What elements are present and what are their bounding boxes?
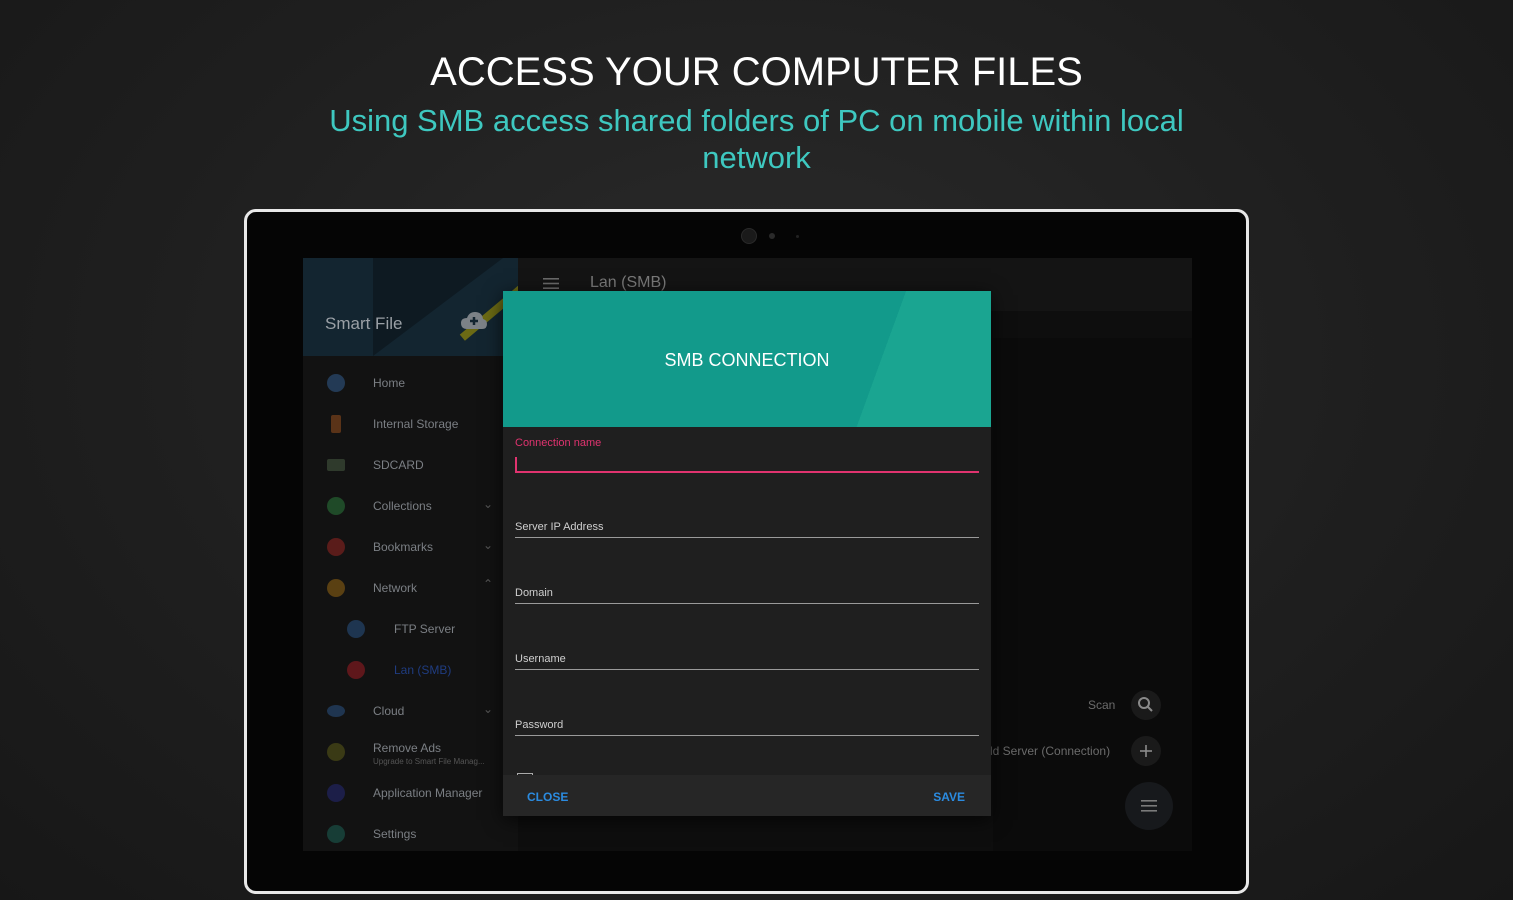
menu-icon [1141, 800, 1157, 812]
navigation-drawer: Smart File Home Internal Storage SDCARD [303, 258, 518, 851]
sidebar-item-bookmarks[interactable]: Bookmarks ⌄ [303, 528, 518, 569]
username-field[interactable]: Username [515, 653, 979, 671]
fab-menu-button[interactable] [1125, 782, 1173, 830]
sidebar-item-network[interactable]: Network ⌃ [303, 569, 518, 610]
sidebar-item-settings[interactable]: Settings [303, 815, 518, 851]
promo-subline: Using SMB access shared folders of PC on… [329, 103, 1184, 175]
sidebar-item-label: Remove Ads [373, 741, 442, 755]
collections-icon [327, 497, 345, 515]
sidebar-item-home[interactable]: Home [303, 364, 518, 405]
smb-connection-dialog: SMB CONNECTION Connection name Server IP… [503, 291, 991, 816]
hamburger-menu-icon[interactable] [543, 278, 559, 289]
password-field[interactable]: Password [515, 719, 979, 737]
sidebar-item-sdcard[interactable]: SDCARD [303, 446, 518, 487]
content-pane [993, 338, 1192, 851]
dialog-title: SMB CONNECTION [664, 350, 830, 370]
drawer-header: Smart File [303, 258, 518, 356]
scan-label: Scan [1088, 698, 1116, 712]
field-underline [515, 603, 979, 604]
sidebar-item-ftp-server[interactable]: FTP Server [303, 610, 518, 651]
sensor-icon [769, 233, 775, 239]
sidebar-item-sublabel: Upgrade to Smart File Manag... [373, 757, 485, 766]
sidebar-item-label: Collections [373, 499, 432, 513]
scan-button[interactable] [1131, 690, 1161, 720]
chevron-down-icon[interactable]: ⌄ [483, 497, 493, 511]
field-label: Password [515, 719, 564, 731]
field-underline [515, 669, 979, 670]
save-button[interactable]: SAVE [933, 790, 965, 804]
sidebar-item-label: Home [373, 376, 406, 390]
sidebar-item-label: Settings [373, 827, 417, 841]
lan-icon [347, 661, 365, 679]
sensor-dot-icon [796, 235, 799, 238]
domain-field[interactable]: Domain [515, 587, 979, 605]
settings-icon [327, 825, 345, 843]
sidebar-item-label: FTP Server [394, 622, 456, 636]
field-label: Domain [515, 587, 553, 599]
chevron-up-icon[interactable]: ⌃ [483, 577, 493, 591]
cloud-icon [327, 705, 345, 717]
sidebar-item-cloud[interactable]: Cloud ⌄ [303, 692, 518, 733]
bookmark-icon [327, 538, 345, 556]
sidebar-item-remove-ads[interactable]: Remove Ads Upgrade to Smart File Manag..… [303, 733, 518, 774]
text-caret [515, 457, 517, 471]
screen-title: Lan (SMB) [590, 274, 667, 291]
sidebar-item-label: Network [373, 581, 418, 595]
dialog-actions: CLOSE SAVE [503, 775, 991, 816]
field-underline [515, 537, 979, 538]
server-ip-field[interactable]: Server IP Address [515, 521, 979, 539]
dialog-header: SMB CONNECTION [503, 291, 991, 427]
phone-storage-icon [331, 415, 341, 433]
field-underline [515, 735, 979, 736]
sidebar-item-internal-storage[interactable]: Internal Storage [303, 405, 518, 446]
network-icon [327, 579, 345, 597]
add-server-label: dd Server (Connection) [986, 744, 1111, 758]
chevron-down-icon[interactable]: ⌄ [483, 702, 493, 716]
cloud-upload-icon[interactable] [460, 311, 488, 331]
android-icon [327, 784, 345, 802]
sidebar-item-label: Internal Storage [373, 417, 459, 431]
promo-headline: ACCESS YOUR COMPUTER FILES [430, 50, 1083, 94]
sidebar-item-label: Bookmarks [373, 540, 434, 554]
app-screen: Smart File Home Internal Storage SDCARD [303, 258, 1192, 851]
globe-icon [347, 620, 365, 638]
app-name: Smart File [325, 314, 403, 333]
sidebar-item-label: Lan (SMB) [394, 663, 452, 677]
tablet-frame: Smart File Home Internal Storage SDCARD [244, 209, 1249, 894]
search-icon [1138, 697, 1153, 712]
sidebar-item-label: Application Manager [373, 786, 483, 800]
connection-name-field[interactable]: Connection name [515, 437, 979, 473]
close-button[interactable]: CLOSE [527, 790, 568, 804]
field-label: Username [515, 653, 566, 665]
sidebar-item-collections[interactable]: Collections ⌄ [303, 487, 518, 528]
sidebar-item-application-manager[interactable]: Application Manager [303, 774, 518, 815]
field-label: Connection name [515, 437, 602, 449]
sdcard-icon [327, 459, 345, 471]
sidebar-item-lan-smb[interactable]: Lan (SMB) [303, 651, 518, 692]
sidebar-item-label: SDCARD [373, 458, 424, 472]
add-server-button[interactable] [1131, 736, 1161, 766]
field-label: Server IP Address [515, 521, 604, 533]
field-underline [515, 471, 979, 473]
camera-icon [741, 228, 757, 244]
plus-icon [1140, 745, 1152, 757]
chevron-down-icon[interactable]: ⌄ [483, 538, 493, 552]
sidebar-item-label: Cloud [373, 704, 405, 718]
crown-icon [327, 743, 345, 761]
home-icon [327, 374, 345, 392]
